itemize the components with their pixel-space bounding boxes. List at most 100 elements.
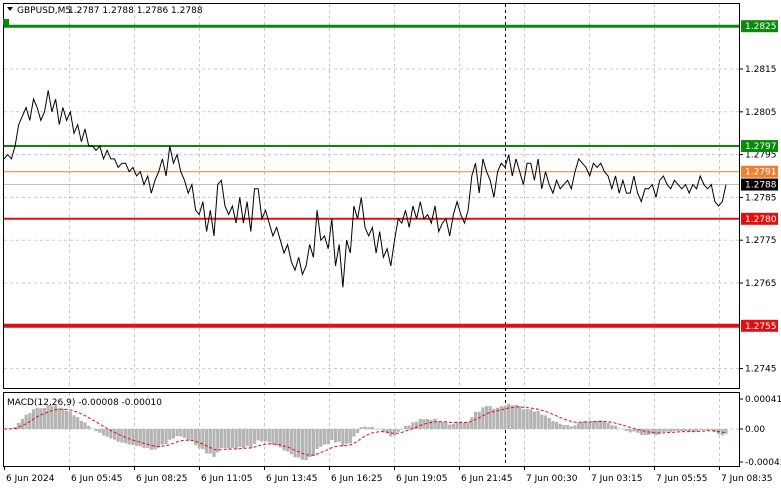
macd-bar (112, 429, 117, 440)
macd-bar (190, 429, 194, 442)
time-tick-label: 7 Jun 08:35 (721, 474, 772, 484)
chart-header[interactable]: GBPUSD,M5 1.2787 1.2788 1.2786 1.2788 (7, 6, 203, 16)
macd-bar (205, 429, 209, 454)
macd-bar (341, 429, 345, 447)
macd-bar (94, 429, 98, 432)
macd-bar (76, 417, 80, 429)
time-tick-label: 7 Jun 00:30 (526, 474, 578, 484)
macd-bar (352, 429, 356, 437)
macd-bar (230, 429, 234, 448)
macd-bar (558, 423, 562, 429)
macd-bar (35, 407, 39, 429)
macd-bar (300, 429, 304, 460)
macd-bar (396, 429, 400, 432)
macd-bar (135, 429, 139, 447)
macd-bar (201, 429, 205, 450)
level-label-current-price: 1.2788 (745, 181, 777, 191)
macd-bar (39, 408, 43, 429)
macd-bar (219, 429, 223, 449)
macd-bar (83, 422, 87, 429)
macd-bar (164, 429, 168, 445)
level-label-resistance-lower: 1.2797 (745, 142, 777, 152)
macd-bar (691, 429, 695, 432)
macd-bar (481, 407, 485, 429)
macd-bar (194, 429, 198, 446)
macd-tick-label: -0.00043 (745, 458, 781, 468)
ohlc-values: 1.2787 1.2788 1.2786 1.2788 (68, 6, 203, 16)
macd-bar (521, 409, 525, 429)
macd-bar (42, 407, 47, 429)
macd-bar (683, 429, 688, 431)
time-tick-label: 6 Jun 16:25 (331, 474, 382, 484)
macd-bar (348, 429, 352, 444)
price-tick-label: 1.2765 (745, 279, 777, 289)
macd-bar (510, 405, 514, 429)
macd-bar (477, 411, 481, 429)
macd-bar (485, 405, 489, 429)
macd-bar (98, 429, 102, 433)
macd-bar (359, 427, 363, 429)
macd-bar (252, 429, 257, 444)
macd-bar (282, 429, 286, 451)
price-tick-label: 1.2745 (745, 365, 777, 375)
macd-bar (367, 427, 371, 429)
macd-bar (665, 429, 669, 432)
macd-bar (407, 425, 411, 429)
macd-bar (87, 425, 91, 429)
macd-bar (440, 421, 444, 429)
macd-bar (263, 429, 268, 442)
macd-bar (322, 429, 327, 445)
chart-window[interactable]: GBPUSD,M5 1.2787 1.2788 1.2786 1.2788 MA… (0, 0, 781, 489)
macd-tick-label: 0.00 (745, 425, 765, 435)
macd-bar (676, 429, 680, 431)
macd-bar (403, 426, 408, 429)
macd-bar (444, 422, 448, 429)
macd-bar (610, 425, 614, 429)
time-tick-label: 6 Jun 13:45 (266, 474, 317, 484)
macd-bar (267, 429, 271, 443)
macd-bar (197, 429, 201, 449)
macd-bar (61, 408, 65, 429)
macd-bar (311, 429, 315, 457)
macd-bar (17, 423, 21, 429)
macd-bar (669, 429, 673, 432)
macd-bar (260, 429, 264, 442)
macd-title: MACD(12,26,9) -0.00008 -0.00010 (7, 398, 162, 408)
level-label-support-lower: 1.2755 (745, 322, 777, 332)
price-tick-label: 1.2795 (745, 151, 777, 161)
macd-bar (308, 429, 312, 457)
macd-bar (706, 429, 710, 431)
macd-bar (179, 429, 183, 437)
macd-bar (569, 426, 573, 429)
macd-bar (238, 429, 242, 447)
level-handle[interactable] (3, 19, 9, 25)
macd-bar (79, 420, 83, 429)
macd-bar (470, 417, 474, 429)
macd-bar (68, 411, 72, 429)
macd-bar (131, 429, 135, 445)
macd-bar (24, 414, 28, 429)
level-label-resistance-upper: 1.2825 (745, 22, 777, 32)
macd-bar (595, 421, 599, 429)
macd-bar (72, 415, 76, 429)
macd-bar (65, 410, 69, 429)
macd-bar (157, 429, 161, 448)
macd-bar (613, 425, 618, 429)
macd-bar (127, 429, 131, 445)
macd-bar (212, 429, 216, 457)
price-tick-label: 1.2785 (745, 193, 777, 203)
macd-bar (105, 429, 109, 437)
macd-bar (142, 429, 146, 448)
macd-bar (326, 429, 330, 445)
macd-bar (518, 406, 522, 429)
macd-bar (289, 429, 293, 455)
macd-bar (661, 429, 665, 432)
macd-bar (249, 429, 253, 448)
macd-bar (672, 429, 676, 431)
macd-bar (532, 411, 536, 429)
macd-bar (628, 429, 632, 433)
macd-bar (315, 429, 319, 449)
macd-bar (606, 422, 610, 429)
macd-bar (514, 404, 518, 429)
macd-bar (168, 429, 172, 440)
